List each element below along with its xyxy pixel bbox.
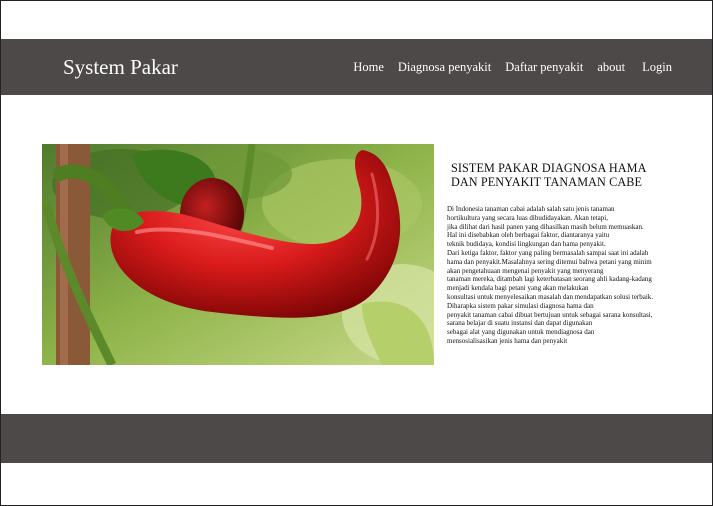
intro-paragraph: Di Indonesia tanaman cabai adalah salah … [447, 205, 687, 346]
brand-title[interactable]: System Pakar [63, 55, 178, 79]
paragraph-line: Dari ketiga faktor, faktor yang paling b… [447, 248, 649, 257]
nav-home[interactable]: Home [353, 59, 384, 75]
paragraph-line: teknik budidaya, kondisi lingkungan dan … [447, 240, 606, 249]
paragraph-line: jika dilihat dari hasil panen yang dihas… [447, 222, 644, 231]
paragraph-line: penyakit tanaman cabai dibuat bertujuan … [447, 310, 653, 319]
footer-bar [1, 414, 712, 463]
main-nav: Home Diagnosa penyakit Daftar penyakit a… [339, 59, 672, 75]
paragraph-line: Di Indonesia tanaman cabai adalah salah … [447, 205, 615, 213]
paragraph-line: sarana belajar di suatu instansi dan dap… [447, 319, 593, 328]
paragraph-line: tanaman mereka, ditambah lagi keterbatas… [447, 275, 652, 284]
nav-diagnosa-penyakit[interactable]: Diagnosa penyakit [398, 59, 491, 75]
nav-daftar-penyakit[interactable]: Daftar penyakit [505, 59, 583, 75]
red-chili-pepper-image [42, 144, 434, 365]
title-line: SISTEM PAKAR DIAGNOSA HAMA [451, 161, 647, 175]
paragraph-line: akan pengetahuaan mengenai penyakit yang… [447, 266, 604, 275]
paragraph-line: Diharapka sistem pakar simulasi diagnosa… [447, 301, 594, 310]
paragraph-line: sebagai alat yang digunakan untuk mendia… [447, 328, 595, 337]
paragraph-line: hama dan penyakit.Masalahnya sering dite… [447, 257, 652, 266]
paragraph-line: konsultasi untuk menyelesaikan masalah d… [447, 292, 654, 301]
intro-section: SISTEM PAKAR DIAGNOSA HAMA DAN PENYAKIT … [447, 161, 687, 346]
paragraph-line: hortikultura yang secara luas dibudidaya… [447, 213, 608, 222]
paragraph-line: menjadi kendala bagi petani yang akan me… [447, 284, 589, 293]
header-bar: System Pakar Home Diagnosa penyakit Daft… [1, 39, 712, 95]
chili-illustration [42, 144, 434, 365]
title-line: DAN PENYAKIT TANAMAN CABE [451, 175, 642, 189]
paragraph-line: Hal ini disebabkan oleh berbagai faktor,… [447, 231, 610, 240]
nav-login[interactable]: Login [642, 59, 672, 75]
page-title: SISTEM PAKAR DIAGNOSA HAMA DAN PENYAKIT … [451, 161, 687, 189]
page-frame: System Pakar Home Diagnosa penyakit Daft… [0, 0, 713, 506]
nav-about[interactable]: about [597, 59, 625, 75]
paragraph-line: mensosialisasikan jenis hama dan penyaki… [447, 336, 568, 345]
